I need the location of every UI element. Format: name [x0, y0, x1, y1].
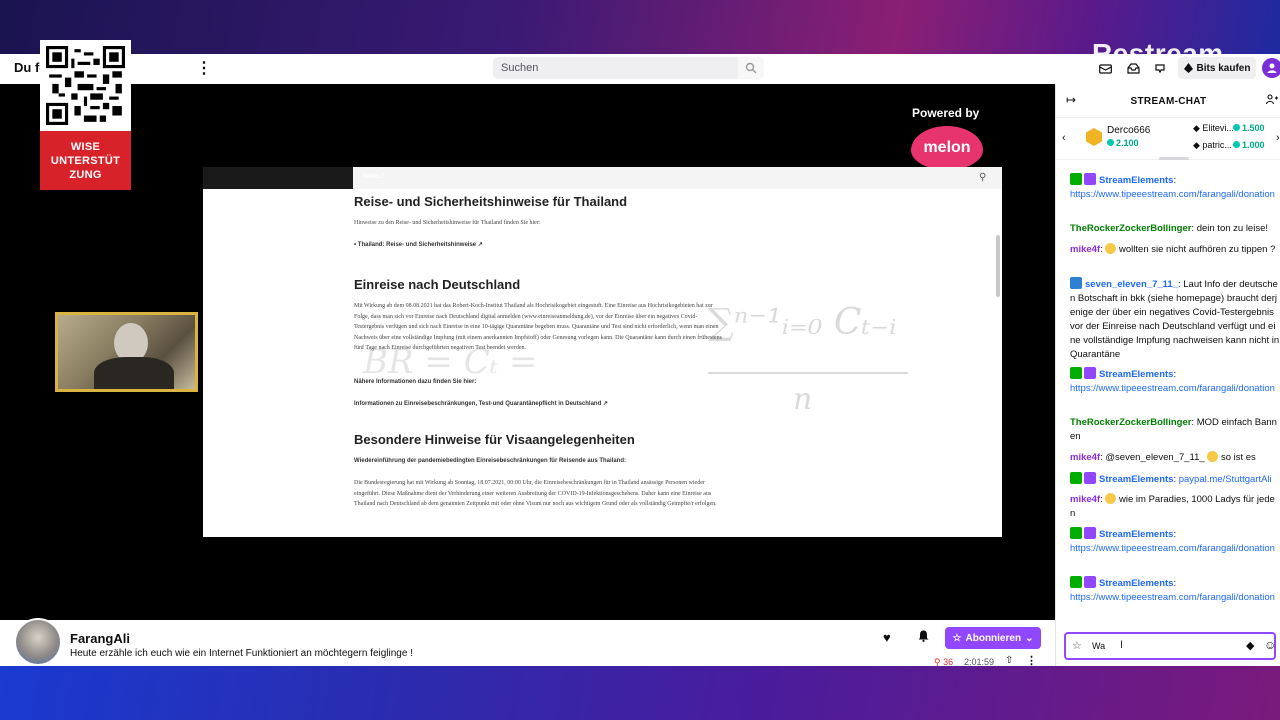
video-player[interactable]: Powered by melon INHALT ⚲ ∑ⁿ⁻¹ᵢ₌₀ Cₜ₋ᵢ B… — [0, 84, 1055, 620]
moderator-badge-icon — [1070, 527, 1082, 539]
moderator-badge-icon — [1070, 367, 1082, 379]
leader-amount: 1.500 — [1233, 123, 1265, 133]
stream-more-icon[interactable]: ⋮ — [1026, 654, 1037, 667]
buy-bits-button[interactable]: Bits kaufen — [1178, 57, 1256, 79]
link-einreise[interactable]: Informationen zu Einreisebeschränkungen,… — [354, 400, 608, 407]
leader-name[interactable]: ◆ patric... — [1193, 140, 1232, 151]
bits-icon — [1183, 63, 1193, 73]
community-icon[interactable] — [1265, 94, 1278, 108]
verified-badge-icon — [1084, 576, 1096, 588]
notifications-icon[interactable] — [1152, 60, 1168, 76]
chat-message: mike4f: wollten sie nicht aufhören zu ti… — [1070, 243, 1276, 255]
heading-einreise: Einreise nach Deutschland — [354, 277, 521, 292]
bold-visa: Wiedereinführung der pandemiebedingten E… — [354, 458, 626, 464]
paragraph-einreise: Mit Wirkung ab dem 08.08.2021 hat das Ro… — [354, 303, 722, 351]
prime-badge-icon — [1070, 277, 1082, 289]
leader-amount: 1.000 — [1233, 140, 1265, 150]
viewer-count: ⚲ 36 — [934, 657, 954, 667]
bits-leaderboard: ‹ Derco666 2.100 ◆ Elitevi... 1.500 ◆ pa… — [1056, 118, 1280, 160]
streamer-name[interactable]: FarangAli — [70, 631, 130, 646]
qr-code — [40, 40, 131, 131]
leader-name[interactable]: Derco666 — [1107, 125, 1150, 136]
user-icon — [1267, 63, 1277, 73]
heading-visa: Besondere Hinweise für Visaangelegenheit… — [354, 432, 635, 447]
star-icon: ☆ — [952, 632, 962, 644]
verified-badge-icon — [1084, 472, 1096, 484]
verified-badge-icon — [1084, 173, 1096, 185]
top-nav: Du fo... suchen ⋮ Suchen Bits kaufen — [0, 54, 1280, 84]
chat-message: mike4f: @seven_eleven_7_11_ so ist es — [1070, 451, 1256, 463]
donation-qr-overlay: WISE UNTERSTÜT ZUNG — [40, 40, 131, 190]
moderator-badge-icon — [1070, 576, 1082, 588]
emote-icon — [1105, 493, 1117, 504]
chat-message: mike4f: wie im Paradies, 1000 Ladys für … — [1070, 493, 1275, 519]
chevron-down-icon: ⌄ — [1025, 632, 1034, 644]
formula-denominator: n — [793, 382, 813, 417]
restream-background-bottom — [0, 666, 1280, 720]
chat-message: StreamElements: https://www.tipeeestream… — [1070, 576, 1275, 603]
bold-info: Nähere Informationen dazu finden Sie hie… — [354, 379, 477, 385]
chat-input-value: Wa — [1092, 641, 1106, 651]
stream-info-bar: FarangAli Heute erzähle ich euch wie ein… — [0, 618, 1055, 667]
stream-uptime: 2:01:59 — [964, 657, 995, 667]
screen-menu-label: INHALT — [363, 174, 385, 180]
stream-title: Heute erzähle ich euch wie ein Internet … — [70, 648, 413, 659]
formula-sum: ∑ⁿ⁻¹ᵢ₌₀ Cₜ₋ᵢ — [708, 302, 897, 343]
chat-message: TheRockerZockerBollinger: MOD einfach Ba… — [1070, 417, 1277, 442]
streamer-avatar[interactable] — [14, 618, 62, 666]
chat-header: ↦ STREAM-CHAT — [1056, 84, 1280, 118]
powered-by-label: Powered by — [912, 106, 980, 120]
chat-input[interactable]: ☆ Wa I ◆ ☺ — [1064, 632, 1276, 660]
leader-amount: 2.100 — [1107, 138, 1139, 148]
moderator-badge-icon — [1070, 173, 1082, 185]
star-icon[interactable]: ☆ — [1072, 639, 1082, 652]
prime-loot-icon[interactable] — [1097, 60, 1113, 76]
leaderboard-next-icon[interactable]: › — [1276, 132, 1280, 144]
rank-one-badge — [1086, 128, 1102, 146]
chat-message: StreamElements: https://www.tipeeestream… — [1070, 527, 1275, 554]
paragraph-reise: Hinweise zu den Reise- und Sicherheitshi… — [354, 220, 541, 226]
chat-message: StreamElements: paypal.me/StuttgartAli — [1070, 472, 1280, 487]
heading-reise: Reise- und Sicherheitshinweise für Thail… — [354, 194, 628, 209]
subscribe-label: Abonnieren — [965, 632, 1022, 644]
shared-screen: INHALT ⚲ ∑ⁿ⁻¹ᵢ₌₀ Cₜ₋ᵢ BR = Cₜ = n Reise-… — [203, 167, 1002, 537]
inbox-icon[interactable] — [1125, 60, 1141, 76]
moderator-badge-icon — [1070, 472, 1082, 484]
bits-icon[interactable]: ◆ — [1246, 639, 1254, 652]
leaderboard-prev-icon[interactable]: ‹ — [1062, 132, 1066, 144]
qr-caption: WISE UNTERSTÜT ZUNG — [40, 131, 131, 190]
leader-name[interactable]: ◆ Elitevi... — [1193, 123, 1234, 134]
chat-message: StreamElements: https://www.tipeeestream… — [1070, 173, 1275, 200]
text-cursor-icon: I — [1120, 639, 1124, 651]
restream-background-top — [0, 0, 1280, 56]
user-avatar[interactable] — [1262, 58, 1280, 78]
screen-search-icon: ⚲ — [979, 172, 987, 183]
screen-scrollbar — [996, 235, 1000, 297]
link-reise[interactable]: • Thailand: Reise- und Sicherheitshinwei… — [354, 241, 483, 248]
verified-badge-icon — [1084, 527, 1096, 539]
chat-message: seven_eleven_7_11_: Laut Info der deutsc… — [1070, 277, 1280, 360]
notification-bell-icon[interactable] — [918, 630, 929, 645]
subscribe-button[interactable]: ☆ Abonnieren ⌄ — [945, 627, 1041, 649]
melon-logo: melon — [911, 126, 983, 170]
twitch-window: Du fo... suchen ⋮ Suchen Bits kaufen Pow… — [0, 54, 1280, 667]
qr-code-icon — [46, 46, 125, 125]
emoji-picker-icon[interactable]: ☺ — [1264, 638, 1276, 652]
buy-bits-label: Bits kaufen — [1196, 62, 1251, 74]
more-options-icon[interactable]: ⋮ — [196, 58, 212, 78]
paragraph-visa: Die Bundesregierung hat mit Wirkung ab S… — [354, 480, 717, 507]
follow-heart-icon[interactable]: ♥ — [883, 630, 891, 645]
share-icon[interactable]: ⇧ — [1005, 655, 1013, 666]
verified-badge-icon — [1084, 367, 1096, 379]
chat-message: StreamElements: https://www.tipeeestream… — [1070, 367, 1275, 394]
webcam-overlay — [55, 312, 198, 392]
search-button[interactable] — [738, 57, 764, 79]
chat-message: TheRockerZockerBollinger: dein ton zu le… — [1070, 223, 1268, 234]
search-input[interactable]: Suchen — [493, 57, 738, 79]
search-icon — [745, 62, 757, 74]
thumbs-up-emote-icon — [1207, 451, 1219, 462]
emote-icon — [1105, 243, 1117, 254]
chat-panel: ↦ STREAM-CHAT ‹ Derco666 2.100 ◆ Elitevi… — [1055, 84, 1280, 666]
chat-title: STREAM-CHAT — [1130, 96, 1207, 107]
